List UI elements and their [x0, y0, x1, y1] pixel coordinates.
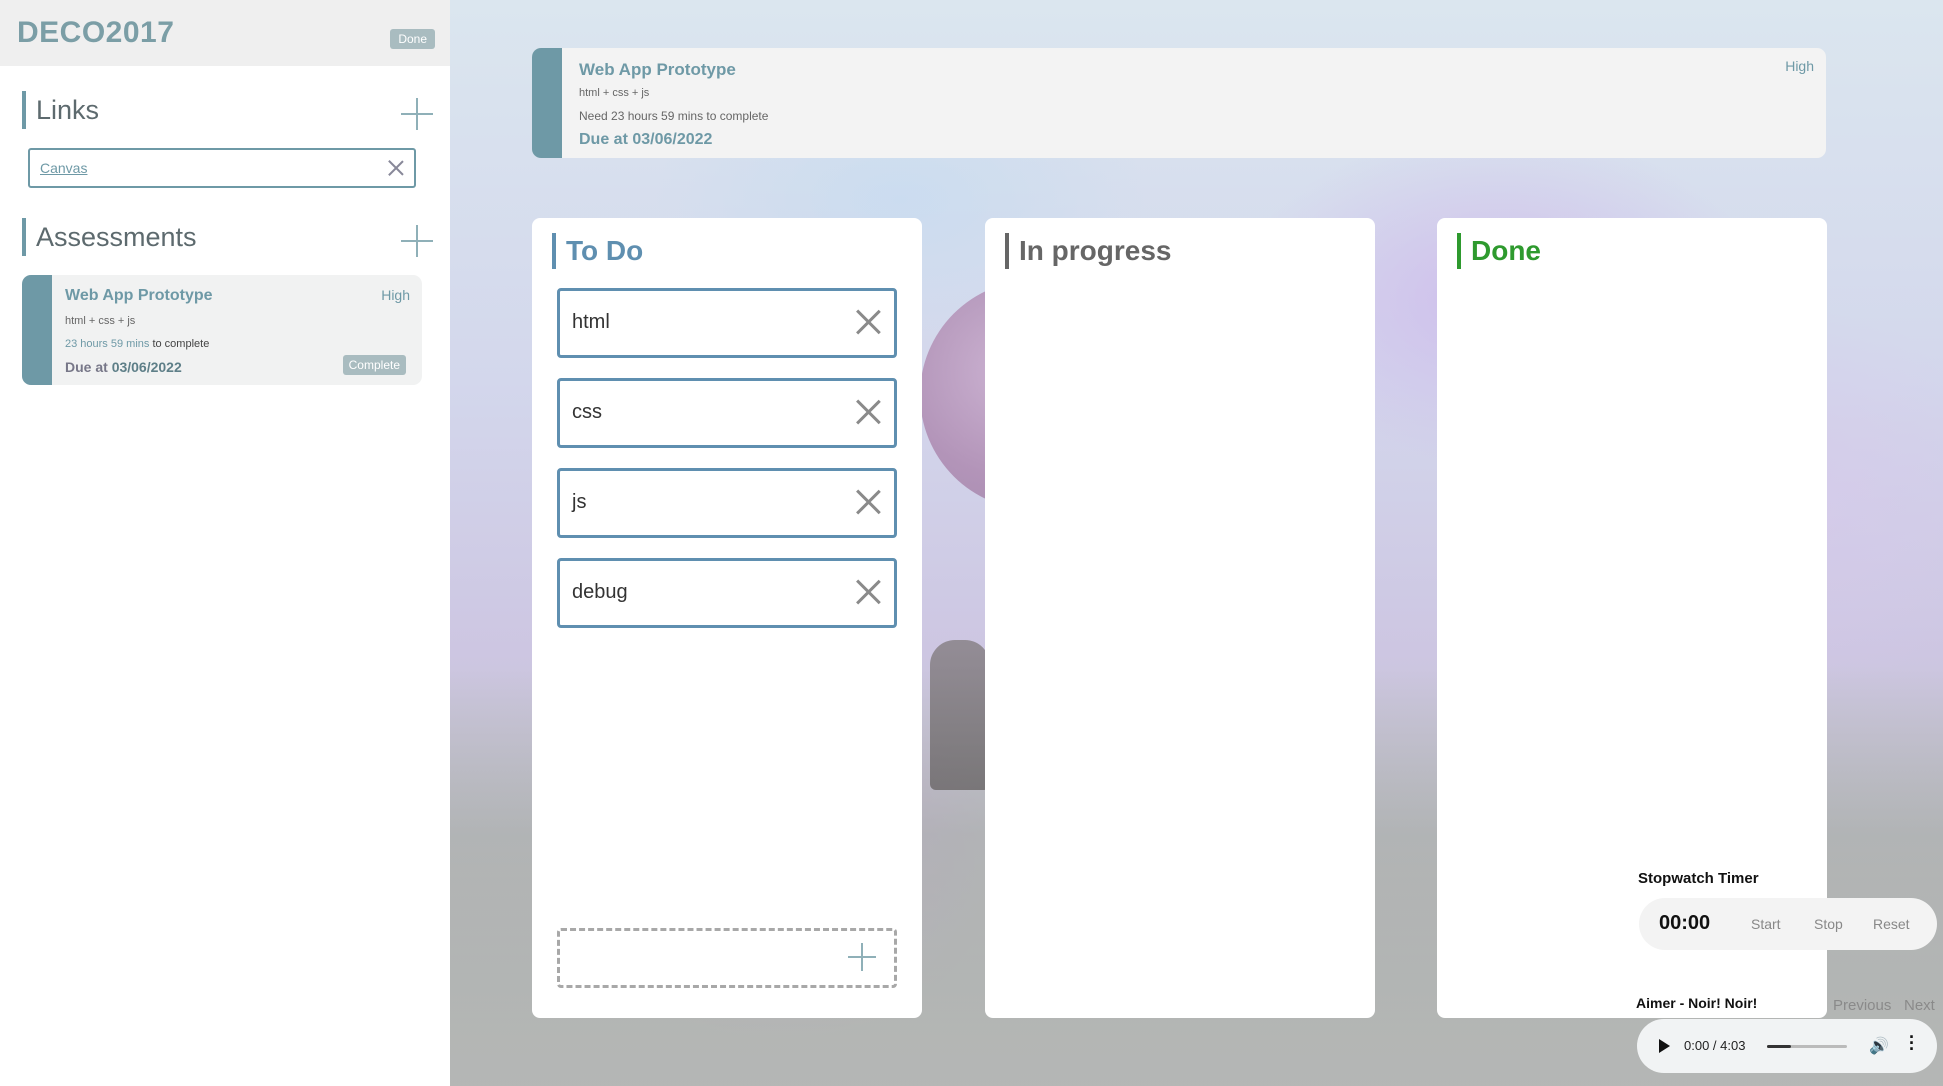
todo-heading: To Do: [552, 233, 643, 269]
assessment-priority: High: [381, 287, 410, 303]
volume-icon[interactable]: 🔊: [1869, 1036, 1889, 1056]
stopwatch: 00:00 Start Stop Reset: [1639, 898, 1937, 950]
current-assessment-title: Web App Prototype: [579, 60, 736, 79]
done-heading-label: Done: [1471, 235, 1541, 266]
current-assessment-card: Web App Prototype High html + css + js N…: [532, 48, 1826, 158]
in-progress-heading-label: In progress: [1019, 235, 1172, 266]
assessment-time: 23 hours 59 mins to complete: [65, 338, 209, 350]
current-assessment-color-bar: [532, 48, 562, 158]
assessment-title: Web App Prototype: [65, 287, 213, 304]
assessments-heading: Assessments: [22, 218, 197, 256]
assessment-due-prefix: Due at: [65, 359, 108, 375]
task-card[interactable]: js: [557, 468, 897, 538]
in-progress-heading: In progress: [1005, 233, 1171, 269]
add-link-icon[interactable]: [401, 98, 433, 130]
stopwatch-title: Stopwatch Timer: [1638, 870, 1759, 887]
add-assessment-icon[interactable]: [401, 225, 433, 257]
stopwatch-start-button[interactable]: Start: [1751, 916, 1781, 932]
task-label: css: [572, 401, 602, 423]
link-canvas[interactable]: Canvas: [40, 160, 87, 176]
done-heading: Done: [1457, 233, 1541, 269]
assessments-heading-label: Assessments: [36, 222, 197, 252]
stopwatch-reset-button[interactable]: Reset: [1873, 916, 1910, 932]
current-assessment-due: Due at 03/06/2022: [579, 131, 713, 148]
remove-link-icon[interactable]: [388, 160, 404, 176]
delete-task-icon[interactable]: [856, 400, 880, 424]
assessment-due: Due at 03/06/2022: [65, 359, 182, 375]
add-task-icon: [848, 943, 876, 971]
sidebar-header: DECO2017 Done: [0, 0, 450, 66]
links-heading-label: Links: [36, 95, 100, 125]
assessment-card[interactable]: Web App Prototype High html + css + js 2…: [22, 275, 422, 385]
task-label: html: [572, 311, 610, 333]
assessment-time-suffix: to complete: [152, 338, 210, 350]
complete-button[interactable]: Complete: [342, 355, 406, 375]
current-assessment-priority: High: [1785, 58, 1814, 74]
todo-heading-label: To Do: [566, 235, 644, 266]
delete-task-icon[interactable]: [856, 490, 880, 514]
audio-player: 0:00 / 4:03 🔊 · · ·: [1637, 1019, 1937, 1073]
add-task-button[interactable]: [557, 928, 897, 988]
task-label: debug: [572, 581, 628, 603]
assessment-description: html + css + js: [65, 315, 136, 327]
delete-task-icon[interactable]: [856, 310, 880, 334]
stopwatch-stop-button[interactable]: Stop: [1814, 916, 1843, 932]
links-heading: Links: [22, 91, 99, 129]
task-card[interactable]: html: [557, 288, 897, 358]
link-item[interactable]: Canvas: [28, 148, 416, 188]
delete-task-icon[interactable]: [856, 580, 880, 604]
task-card[interactable]: css: [557, 378, 897, 448]
more-options-icon[interactable]: · · ·: [1909, 1028, 1915, 1058]
sidebar: DECO2017 Done Links Canvas Assessments W…: [0, 0, 450, 1086]
current-assessment-description: html + css + js: [579, 87, 650, 99]
task-label: js: [572, 491, 587, 513]
audio-progress-fill: [1767, 1045, 1791, 1048]
audio-time: 0:00 / 4:03: [1684, 1038, 1746, 1053]
play-icon[interactable]: [1659, 1039, 1670, 1053]
next-track-button[interactable]: Next: [1904, 997, 1935, 1014]
audio-progress-slider[interactable]: [1767, 1045, 1847, 1048]
assessment-time-left: 23 hours 59 mins: [65, 338, 150, 350]
stopwatch-time: 00:00: [1659, 912, 1711, 934]
current-assessment-time: Need 23 hours 59 mins to complete: [579, 109, 769, 123]
task-card[interactable]: debug: [557, 558, 897, 628]
assessment-due-date: 03/06/2022: [111, 359, 182, 375]
track-title: Aimer - Noir! Noir!: [1636, 995, 1758, 1011]
course-title: DECO2017: [17, 16, 175, 49]
in-progress-column: In progress: [985, 218, 1375, 1018]
todo-column: To Do html css js debug: [532, 218, 922, 1018]
background-figure: [930, 640, 990, 790]
done-button[interactable]: Done: [390, 29, 435, 49]
previous-track-button[interactable]: Previous: [1833, 997, 1891, 1014]
assessment-color-bar: [22, 275, 52, 385]
